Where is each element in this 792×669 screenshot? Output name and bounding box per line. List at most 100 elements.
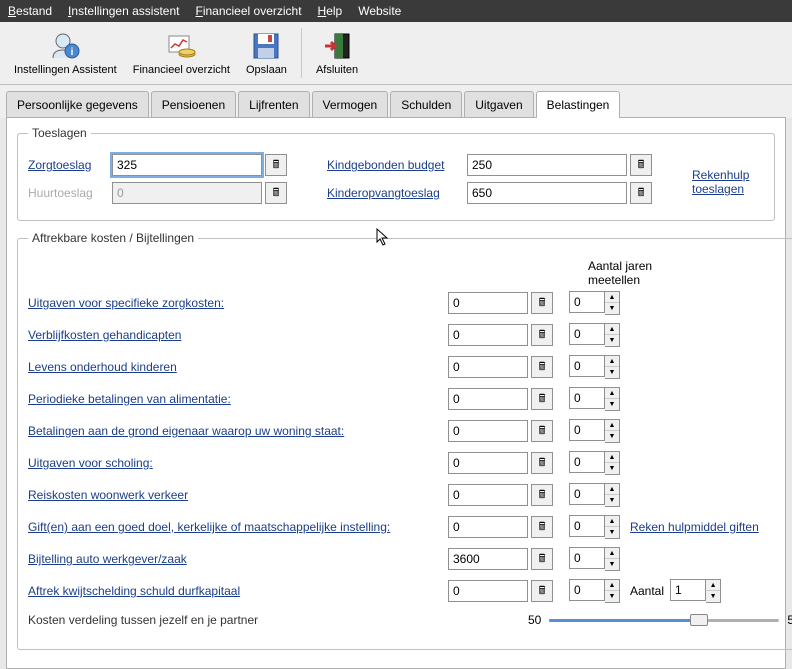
aftrek-row-years-input[interactable] bbox=[569, 547, 605, 569]
aftrek-row-label[interactable]: Uitgaven voor specifieke zorgkosten: bbox=[28, 296, 448, 310]
zorgtoeslag-input[interactable] bbox=[112, 154, 262, 176]
toolbar-opslaan-button[interactable]: Opslaan bbox=[240, 28, 293, 78]
spin-down-button[interactable]: ▼ bbox=[605, 399, 619, 410]
aftrek-row-calc-button[interactable]: 🖩 bbox=[531, 516, 553, 538]
aftrek-row-years-input[interactable] bbox=[569, 483, 605, 505]
exit-icon bbox=[321, 30, 353, 62]
aftrek-row-calc-button[interactable]: 🖩 bbox=[531, 548, 553, 570]
aftrek-row-years-input[interactable] bbox=[569, 355, 605, 377]
toolbar-instellingen-button[interactable]: i Instellingen Assistent bbox=[8, 28, 123, 78]
aftrek-row-label[interactable]: Uitgaven voor scholing: bbox=[28, 456, 448, 470]
spin-down-button[interactable]: ▼ bbox=[605, 495, 619, 506]
aftrek-row-label[interactable]: Reiskosten woonwerk verkeer bbox=[28, 488, 448, 502]
zorgtoeslag-calc-button[interactable]: 🖩 bbox=[265, 154, 287, 176]
kinderopvang-link[interactable]: Kinderopvangtoeslag bbox=[327, 186, 467, 200]
aftrek-row-value-input[interactable] bbox=[448, 484, 528, 506]
aftrek-row-value-input[interactable] bbox=[448, 356, 528, 378]
aftrek-row-years-input[interactable] bbox=[569, 291, 605, 313]
aftrek-row-label[interactable]: Bijtelling auto werkgever/zaak bbox=[28, 552, 448, 566]
aftrek-row-years-input[interactable] bbox=[569, 323, 605, 345]
aftrek-row: Verblijfkosten gehandicapten 🖩 ▲▼ bbox=[28, 323, 792, 347]
aftrek-row-calc-button[interactable]: 🖩 bbox=[531, 484, 553, 506]
reken-hulpmiddel-giften-link[interactable]: Reken hulpmiddel giften bbox=[630, 520, 759, 534]
aftrek-row-calc-button[interactable]: 🖩 bbox=[531, 388, 553, 410]
huurtoeslag-calc-button[interactable]: 🖩 bbox=[265, 182, 287, 204]
aftrek-row-value-input[interactable] bbox=[448, 292, 528, 314]
aftrek-row-years-input[interactable] bbox=[569, 451, 605, 473]
aftrek-row-calc-button[interactable]: 🖩 bbox=[531, 452, 553, 474]
spin-up-button[interactable]: ▲ bbox=[605, 452, 619, 463]
menu-bestand[interactable]: Bestand bbox=[8, 4, 52, 18]
spin-down-button[interactable]: ▼ bbox=[605, 559, 619, 570]
spin-up-button[interactable]: ▲ bbox=[706, 580, 720, 591]
aftrek-row-value-input[interactable] bbox=[448, 580, 528, 602]
aftrek-row-label[interactable]: Aftrek kwijtschelding schuld durfkapitaa… bbox=[28, 584, 448, 598]
tab-persoonlijke-gegevens[interactable]: Persoonlijke gegevens bbox=[6, 91, 149, 118]
menu-help[interactable]: Help bbox=[318, 4, 343, 18]
spin-up-button[interactable]: ▲ bbox=[605, 484, 619, 495]
spin-down-button[interactable]: ▼ bbox=[605, 463, 619, 474]
aftrek-row-value-input[interactable] bbox=[448, 420, 528, 442]
aantal-input[interactable] bbox=[670, 579, 706, 601]
kosten-slider[interactable] bbox=[549, 613, 779, 627]
spin-up-button[interactable]: ▲ bbox=[605, 324, 619, 335]
spin-up-button[interactable]: ▲ bbox=[605, 292, 619, 303]
tab-uitgaven[interactable]: Uitgaven bbox=[464, 91, 533, 118]
svg-text:i: i bbox=[71, 47, 74, 58]
tab-schulden[interactable]: Schulden bbox=[390, 91, 462, 118]
menu-instellingen[interactable]: Instellingen assistent bbox=[68, 4, 179, 18]
aftrek-row-years-input[interactable] bbox=[569, 515, 605, 537]
tab-panel-belastingen: Toeslagen Zorgtoeslag 🖩 Huurtoeslag 🖩 Ki… bbox=[6, 117, 786, 669]
save-icon bbox=[250, 30, 282, 62]
slider-left-value: 50 bbox=[528, 613, 541, 627]
spin-up-button[interactable]: ▲ bbox=[605, 420, 619, 431]
tab-lijfrenten[interactable]: Lijfrenten bbox=[238, 91, 309, 118]
spin-down-button[interactable]: ▼ bbox=[706, 591, 720, 602]
toolbar-financieel-button[interactable]: Financieel overzicht bbox=[127, 28, 236, 78]
spin-up-button[interactable]: ▲ bbox=[605, 356, 619, 367]
menu-financieel[interactable]: Financieel overzicht bbox=[195, 4, 301, 18]
aftrek-row-label[interactable]: Gift(en) aan een goed doel, kerkelijke o… bbox=[28, 520, 448, 534]
aftrek-row-calc-button[interactable]: 🖩 bbox=[531, 292, 553, 314]
menu-website[interactable]: Website bbox=[358, 4, 401, 18]
aftrek-row-calc-button[interactable]: 🖩 bbox=[531, 324, 553, 346]
kindgebonden-link[interactable]: Kindgebonden budget bbox=[327, 158, 467, 172]
spin-down-button[interactable]: ▼ bbox=[605, 527, 619, 538]
spin-down-button[interactable]: ▼ bbox=[605, 431, 619, 442]
calculator-icon: 🖩 bbox=[539, 550, 546, 569]
spin-up-button[interactable]: ▲ bbox=[605, 580, 619, 591]
spin-down-button[interactable]: ▼ bbox=[605, 335, 619, 346]
spin-up-button[interactable]: ▲ bbox=[605, 548, 619, 559]
aftrek-row-calc-button[interactable]: 🖩 bbox=[531, 356, 553, 378]
tabs: Persoonlijke gegevens Pensioenen Lijfren… bbox=[0, 85, 792, 118]
aftrek-row-years-input[interactable] bbox=[569, 579, 605, 601]
kindgebonden-input[interactable] bbox=[467, 154, 627, 176]
aftrek-row-years-input[interactable] bbox=[569, 419, 605, 441]
aftrek-row-calc-button[interactable]: 🖩 bbox=[531, 420, 553, 442]
rekenhulp-toeslagen-link[interactable]: Rekenhulp toeslagen bbox=[692, 168, 749, 196]
tab-vermogen[interactable]: Vermogen bbox=[312, 91, 389, 118]
tab-belastingen[interactable]: Belastingen bbox=[536, 91, 621, 118]
aftrek-row-years-input[interactable] bbox=[569, 387, 605, 409]
aftrek-row-value-input[interactable] bbox=[448, 388, 528, 410]
tab-pensioenen[interactable]: Pensioenen bbox=[151, 91, 236, 118]
toolbar-afsluiten-button[interactable]: Afsluiten bbox=[310, 28, 364, 78]
aftrek-row-value-input[interactable] bbox=[448, 452, 528, 474]
aftrek-row-value-input[interactable] bbox=[448, 324, 528, 346]
spin-down-button[interactable]: ▼ bbox=[605, 591, 619, 602]
aftrek-row-calc-button[interactable]: 🖩 bbox=[531, 580, 553, 602]
aftrek-row-label[interactable]: Periodieke betalingen van alimentatie: bbox=[28, 392, 448, 406]
kinderopvang-calc-button[interactable]: 🖩 bbox=[630, 182, 652, 204]
kindgebonden-calc-button[interactable]: 🖩 bbox=[630, 154, 652, 176]
zorgtoeslag-link[interactable]: Zorgtoeslag bbox=[28, 158, 112, 172]
spin-up-button[interactable]: ▲ bbox=[605, 516, 619, 527]
aftrek-row-label[interactable]: Betalingen aan de grond eigenaar waarop … bbox=[28, 424, 448, 438]
aftrek-row-value-input[interactable] bbox=[448, 548, 528, 570]
spin-down-button[interactable]: ▼ bbox=[605, 303, 619, 314]
spin-up-button[interactable]: ▲ bbox=[605, 388, 619, 399]
aftrek-row-value-input[interactable] bbox=[448, 516, 528, 538]
aftrek-row-label[interactable]: Levens onderhoud kinderen bbox=[28, 360, 448, 374]
kinderopvang-input[interactable] bbox=[467, 182, 627, 204]
spin-down-button[interactable]: ▼ bbox=[605, 367, 619, 378]
aftrek-row-label[interactable]: Verblijfkosten gehandicapten bbox=[28, 328, 448, 342]
